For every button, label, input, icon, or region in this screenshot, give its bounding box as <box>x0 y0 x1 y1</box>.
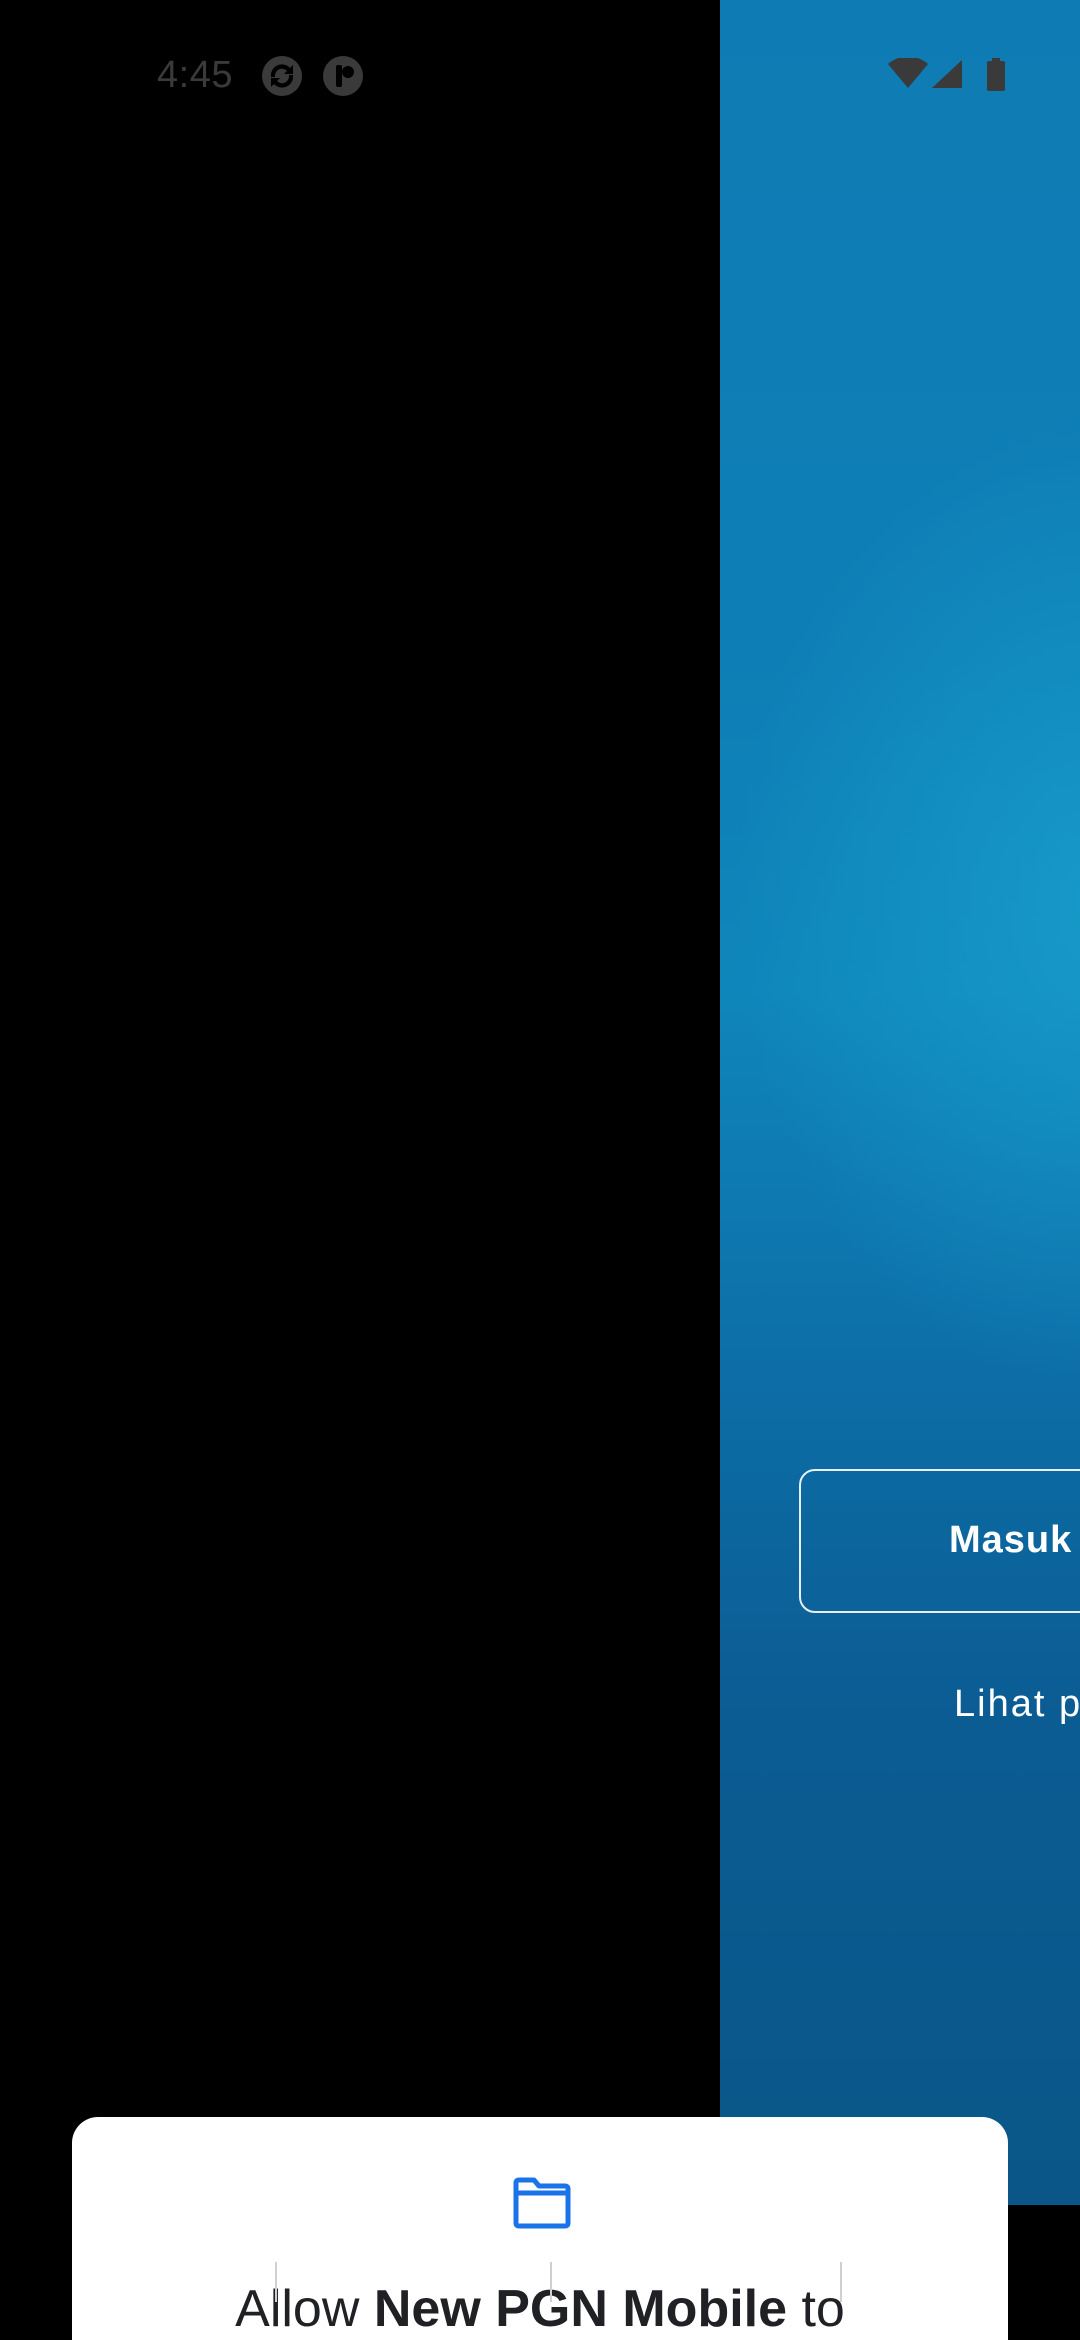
nav-hint-left <box>275 2262 277 2302</box>
login-button[interactable]: Masuk <box>799 1469 1080 1613</box>
screen: 4:45 Masuk Lihat p Allow New PGN Mobile … <box>0 0 1080 2340</box>
dialog-title: Allow New PGN Mobile to <box>72 2279 1008 2339</box>
dialog-title-app-name: New PGN Mobile <box>373 2280 788 2338</box>
nav-hint-center <box>550 2262 552 2302</box>
status-time: 4:45 <box>157 54 233 96</box>
status-bar: 4:45 <box>0 0 1080 150</box>
login-button-label: Masuk <box>949 1519 1073 1561</box>
folder-icon <box>512 2177 572 2229</box>
sync-app-icon <box>261 55 303 97</box>
wifi-icon <box>888 56 928 95</box>
permission-dialog: Allow New PGN Mobile to <box>72 2117 1008 2340</box>
cellular-signal-icon <box>930 58 964 95</box>
dialog-title-suffix: to <box>787 2280 845 2338</box>
notification-app-icon <box>322 55 364 97</box>
nav-hint-right <box>840 2262 842 2302</box>
battery-icon <box>986 58 1006 97</box>
guest-link[interactable]: Lihat p <box>954 1683 1080 1726</box>
app-panel: Masuk Lihat p <box>720 0 1080 2205</box>
dialog-title-prefix: Allow <box>235 2280 374 2338</box>
